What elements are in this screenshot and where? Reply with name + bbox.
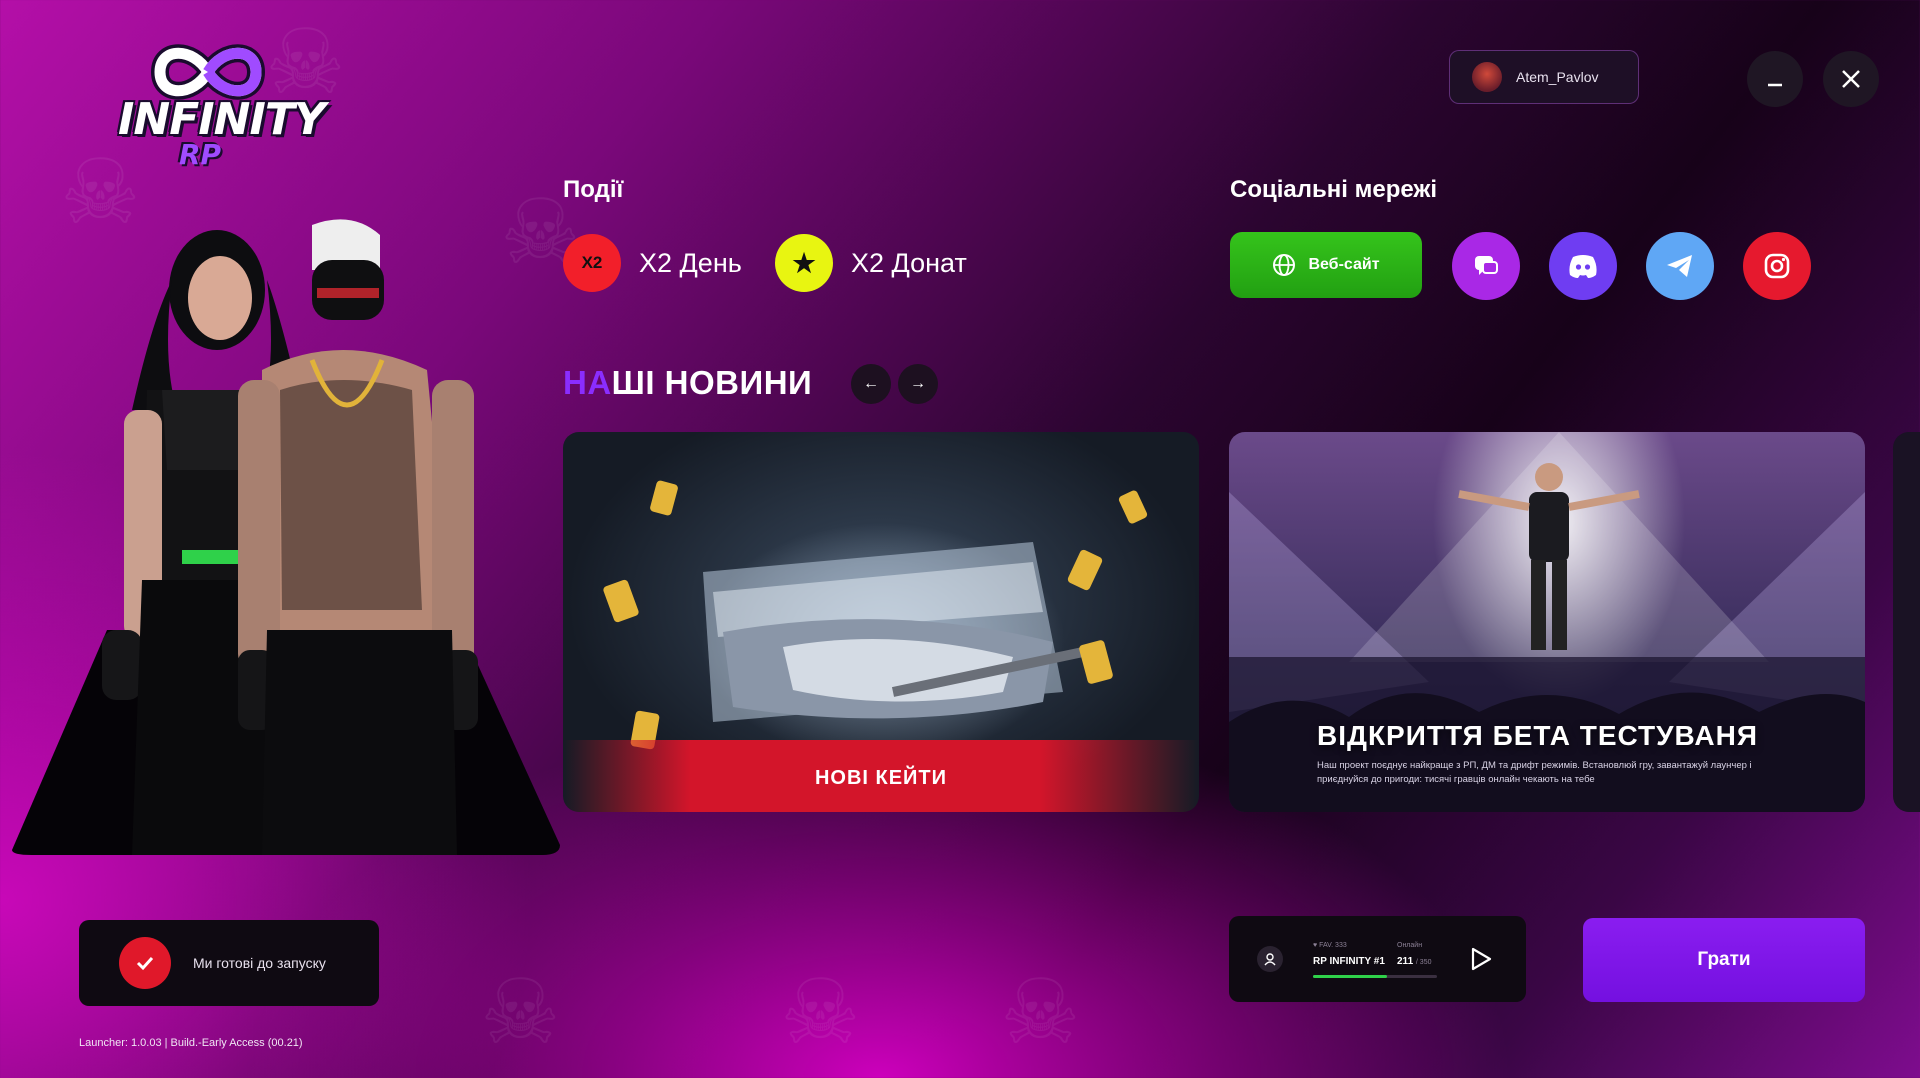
globe-icon [1273, 254, 1296, 276]
event-x2-donate[interactable]: ★ X2 Донат [775, 234, 967, 292]
characters-illustration [12, 219, 560, 855]
news-card-new-cases[interactable]: НОВІ КЕЙТИ [563, 432, 1199, 812]
user-icon [1257, 946, 1283, 972]
forum-button[interactable] [1452, 232, 1520, 300]
card-title: ВІДКРИТТЯ БЕТА ТЕСТУВАНЯ [1317, 720, 1758, 751]
news-next-button[interactable]: → [898, 364, 938, 404]
check-icon [119, 937, 171, 989]
news-card-beta[interactable]: ВІДКРИТТЯ БЕТА ТЕСТУВАНЯ Наш проект поєд… [1229, 432, 1865, 812]
infinity-icon [150, 44, 266, 100]
close-button[interactable] [1823, 51, 1879, 107]
discord-button[interactable] [1549, 232, 1617, 300]
play-icon[interactable] [1469, 946, 1493, 972]
news-title: НАШІ НОВИНИ [563, 364, 813, 401]
version-label: Launcher: 1.0.03 | Build.-Early Access (… [79, 1037, 303, 1049]
star-icon: ★ [775, 234, 833, 292]
minimize-button[interactable] [1747, 51, 1803, 107]
discord-icon [1569, 255, 1597, 278]
online-progress [1313, 975, 1437, 978]
server-favorites: ♥ FAV. 333 [1313, 942, 1347, 949]
launch-status: Ми готові до запуску [79, 920, 379, 1006]
x2-badge-icon: X2 [563, 234, 621, 292]
website-button[interactable]: Веб-сайт [1230, 232, 1422, 298]
event-x2-day[interactable]: X2 X2 День [563, 234, 742, 292]
event-label: X2 День [639, 247, 742, 278]
instagram-button[interactable] [1743, 232, 1811, 300]
username: Atem_Pavlov [1516, 69, 1599, 85]
online-count: 211 / 350 [1397, 956, 1432, 967]
telegram-icon [1667, 255, 1692, 277]
avatar [1472, 62, 1502, 92]
telegram-button[interactable] [1646, 232, 1714, 300]
online-label: Онлайн [1397, 942, 1423, 949]
app-logo: INFINITY RP [118, 42, 326, 177]
server-selector[interactable]: ♥ FAV. 333 RP INFINITY #1 Онлайн 211 / 3… [1229, 916, 1526, 1002]
chat-bubbles-icon [1475, 256, 1498, 275]
online-progress-fill [1313, 975, 1388, 978]
server-name: RP INFINITY #1 [1313, 956, 1385, 967]
card-label: НОВІ КЕЙТИ [814, 767, 948, 789]
play-button[interactable]: Грати [1583, 918, 1865, 1002]
website-label: Веб-сайт [1308, 256, 1380, 273]
stage-artwork [1229, 432, 1865, 812]
event-label: X2 Донат [851, 247, 967, 278]
minimize-icon [1768, 83, 1782, 87]
instagram-icon [1764, 253, 1790, 279]
news-prev-button[interactable]: ← [851, 364, 891, 404]
socials-title: Соціальні мережі [1230, 176, 1438, 203]
events-title: Події [563, 176, 624, 203]
skull-decor-icon: ☠ [480, 963, 561, 1063]
card-description: Наш проект поєднує найкраще з РП, ДМ та … [1317, 760, 1752, 785]
close-icon [1842, 70, 1860, 88]
skull-decor-icon: ☠ [1000, 963, 1081, 1063]
skull-decor-icon: ☠ [780, 963, 861, 1063]
status-text: Ми готові до запуску [193, 955, 326, 971]
news-card-peek[interactable] [1893, 432, 1920, 812]
logo-subtitle: RP [178, 138, 222, 171]
user-profile-button[interactable]: Atem_Pavlov [1449, 50, 1639, 104]
